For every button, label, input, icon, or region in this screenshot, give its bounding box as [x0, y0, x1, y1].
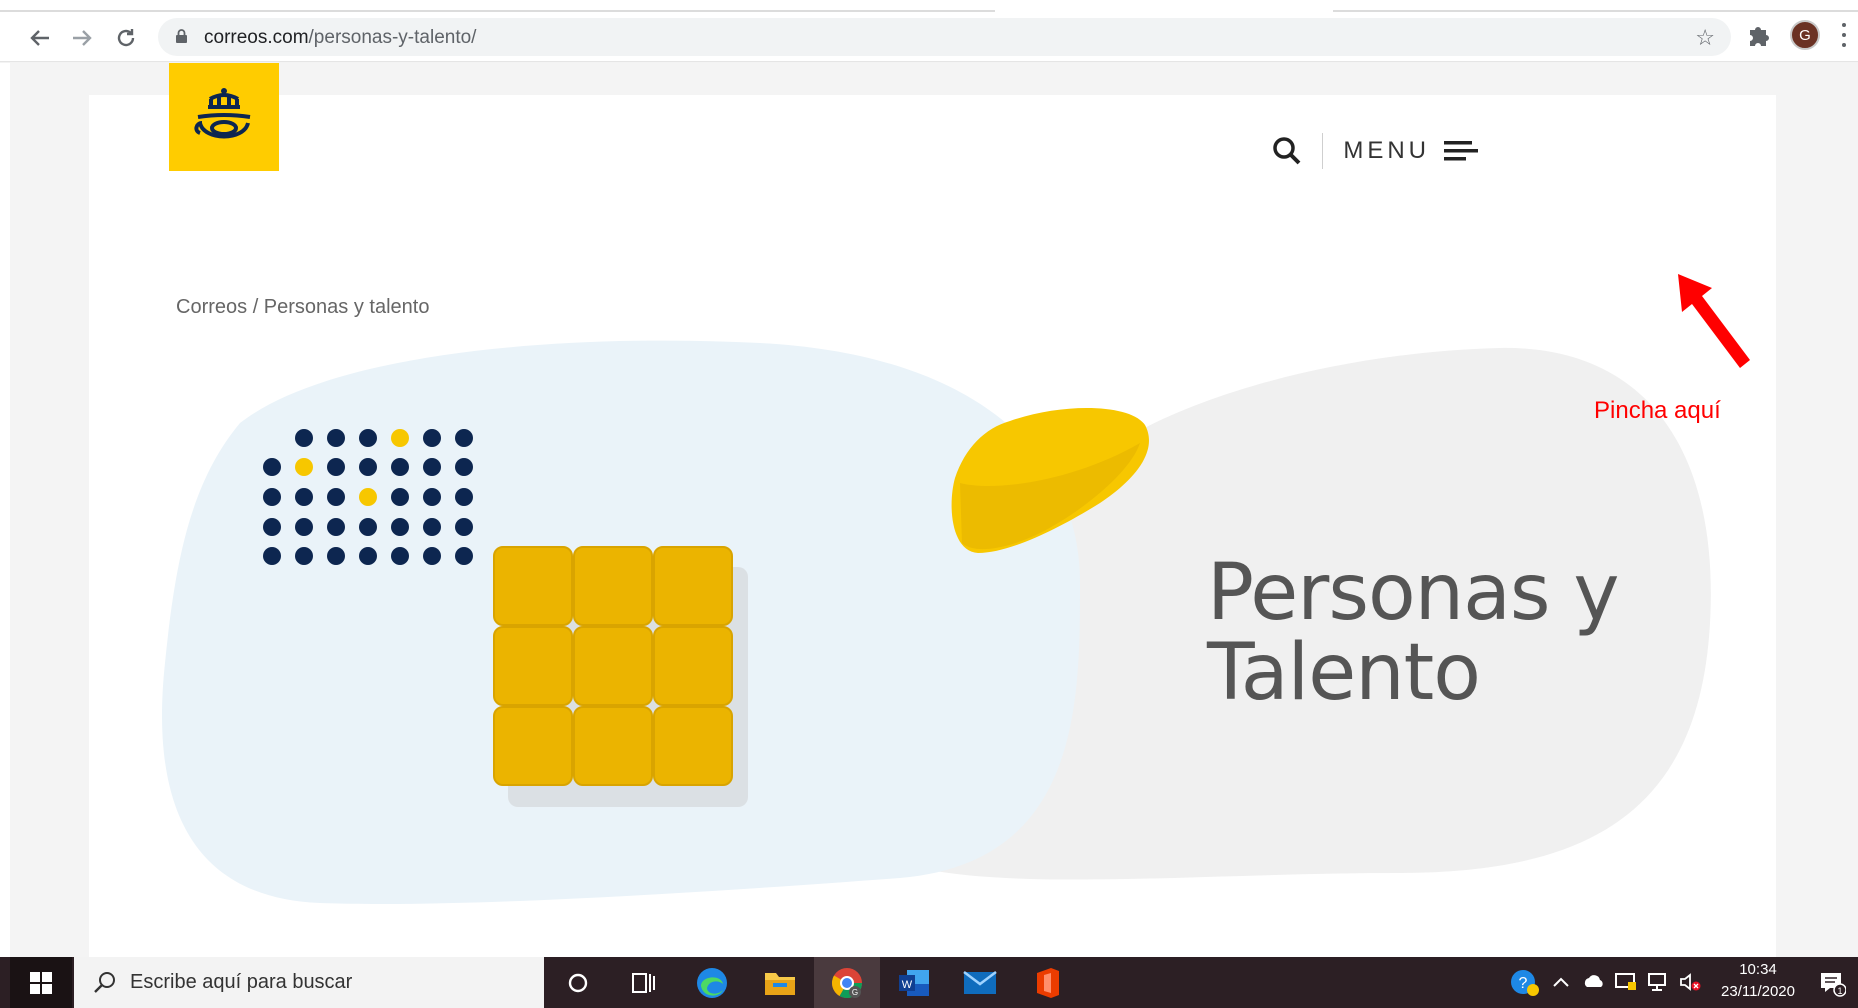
hero-title-line-2: Talento — [1207, 628, 1481, 718]
reload-button[interactable] — [112, 24, 140, 52]
search-icon — [94, 972, 115, 993]
chrome-icon[interactable]: G — [829, 965, 865, 1001]
tab-strip — [0, 0, 1858, 12]
hero-title: Personas y Talento — [1207, 553, 1619, 713]
cortana-icon[interactable] — [560, 965, 596, 1001]
url-host: correos.com — [204, 27, 309, 48]
volume-muted-icon[interactable] — [1678, 971, 1701, 993]
file-explorer-icon[interactable] — [762, 965, 798, 1001]
correos-logo[interactable] — [169, 63, 279, 171]
profile-avatar[interactable]: G — [1790, 20, 1820, 50]
annotation-text: Pincha aquí — [1594, 397, 1721, 424]
annotation-arrow-icon — [1678, 274, 1750, 368]
back-button[interactable] — [26, 24, 54, 52]
browser-menu-icon[interactable] — [1840, 23, 1848, 47]
mail-icon[interactable] — [962, 965, 998, 1001]
help-icon[interactable]: ? — [1510, 967, 1540, 997]
extensions-puzzle-icon[interactable] — [1746, 22, 1772, 48]
breadcrumb[interactable]: Correos / Personas y talento — [176, 296, 429, 319]
taskbar-search-placeholder: Escribe aquí para buscar — [130, 971, 353, 993]
arrow-right-icon — [73, 30, 92, 46]
windows-logo-icon — [30, 971, 52, 994]
hero-illustration — [89, 95, 1776, 957]
menu-button[interactable]: MENU — [1343, 137, 1478, 165]
notifications-icon[interactable]: 1 — [1818, 969, 1847, 997]
avatar-letter: G — [1799, 26, 1811, 44]
hero-title-line-1: Personas y — [1207, 548, 1619, 638]
network-icon[interactable] — [1646, 971, 1668, 993]
svg-text:1: 1 — [1837, 986, 1842, 996]
svg-text:G: G — [852, 988, 858, 997]
office-icon[interactable] — [1030, 965, 1066, 1001]
header-tools: MENU — [1272, 131, 1478, 171]
task-view-icon[interactable] — [626, 965, 662, 1001]
taskbar-search-box[interactable]: Escribe aquí para buscar — [74, 957, 544, 1008]
display-icon[interactable] — [1614, 971, 1636, 993]
browser-toolbar: correos.com/personas-y-talento/ ☆ G — [0, 12, 1858, 62]
forward-button[interactable] — [68, 24, 96, 52]
clock-date[interactable]: 23/11/2020 — [1712, 983, 1804, 1000]
clock-time[interactable]: 10:34 — [1712, 961, 1804, 978]
search-icon[interactable] — [1272, 136, 1302, 166]
bookmark-star-icon[interactable]: ☆ — [1695, 25, 1715, 51]
url-path: /personas-y-talento/ — [308, 27, 477, 48]
menu-label: MENU — [1343, 137, 1430, 164]
page-viewport: MENU Correos / Personas y talento Person… — [0, 63, 1858, 957]
taskbar: Escribe aquí para buscar G W ? 10:34 23/… — [0, 957, 1858, 1008]
chevron-up-icon[interactable] — [1550, 971, 1572, 993]
arrow-left-icon — [30, 30, 49, 46]
header-divider — [1322, 133, 1324, 169]
word-icon[interactable]: W — [896, 965, 932, 1001]
edge-browser-icon[interactable] — [694, 965, 730, 1001]
svg-text:?: ? — [1519, 975, 1528, 992]
reload-icon — [117, 29, 135, 47]
onedrive-cloud-icon[interactable] — [1582, 971, 1604, 993]
address-bar[interactable]: correos.com/personas-y-talento/ ☆ — [158, 18, 1731, 56]
svg-text:W: W — [902, 979, 913, 991]
yellow-cube — [493, 546, 748, 807]
lock-icon — [176, 29, 187, 43]
start-button[interactable] — [10, 957, 72, 1008]
url-text[interactable]: correos.com/personas-y-talento/ — [204, 27, 476, 49]
correos-horn-crown-icon — [194, 88, 251, 139]
hamburger-menu-icon — [1444, 141, 1478, 161]
